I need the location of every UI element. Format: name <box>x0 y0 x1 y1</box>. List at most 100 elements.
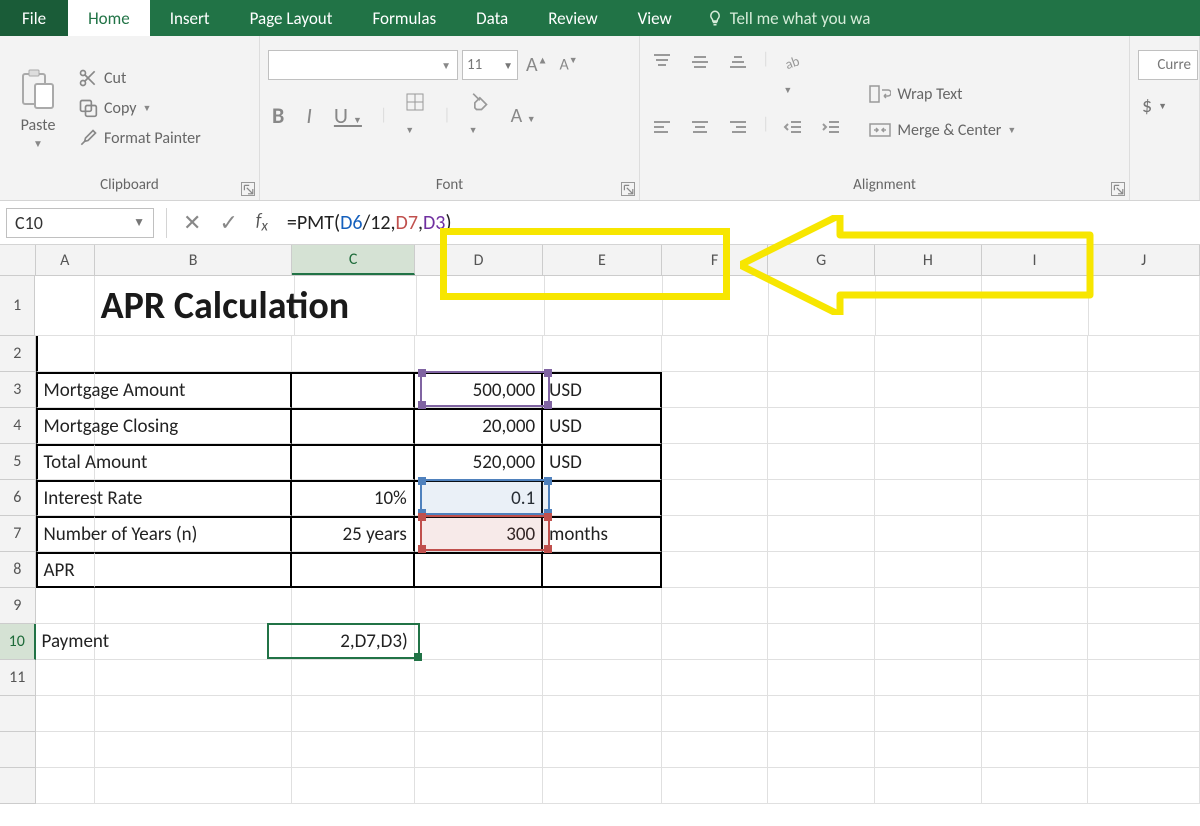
cell[interactable] <box>768 408 875 444</box>
cell[interactable] <box>982 552 1089 588</box>
cell[interactable] <box>36 768 95 804</box>
borders-button[interactable]: ▼ <box>401 90 429 141</box>
cell[interactable] <box>545 276 663 336</box>
cell[interactable] <box>982 624 1089 660</box>
cell[interactable] <box>662 408 769 444</box>
cell[interactable] <box>95 588 292 624</box>
cell[interactable] <box>1088 624 1200 660</box>
row-header-7[interactable]: 7 <box>0 516 36 552</box>
cell[interactable]: 520,000 <box>415 444 543 480</box>
cell[interactable] <box>662 768 769 804</box>
cell[interactable] <box>543 480 662 516</box>
cell[interactable] <box>95 768 292 804</box>
align-top-button[interactable] <box>648 50 676 101</box>
cell[interactable] <box>95 444 292 480</box>
cell[interactable]: 300 <box>415 516 543 552</box>
cell[interactable] <box>662 552 769 588</box>
tab-file[interactable]: File <box>0 0 68 36</box>
cell[interactable] <box>95 408 292 444</box>
cell[interactable] <box>415 660 543 696</box>
cell[interactable] <box>1088 732 1200 768</box>
cell[interactable]: APR Calculation <box>95 276 295 336</box>
cell[interactable] <box>292 732 414 768</box>
cell[interactable] <box>95 624 292 660</box>
paste-button[interactable]: Paste ▼ <box>8 42 68 174</box>
cell[interactable]: Total Amount <box>36 444 95 480</box>
col-header-E[interactable]: E <box>543 245 662 275</box>
wrap-text-button[interactable]: Wrap Text <box>865 82 1020 106</box>
cell[interactable] <box>415 552 543 588</box>
cell[interactable] <box>768 624 875 660</box>
copy-button[interactable]: Copy ▼ <box>74 96 205 120</box>
cell[interactable] <box>662 336 769 372</box>
cell[interactable] <box>1089 276 1200 336</box>
cell[interactable] <box>663 276 769 336</box>
formula-input[interactable]: =PMT(D6/12,D7,D3) <box>278 206 558 240</box>
cell[interactable]: Number of Years (n) <box>36 516 95 552</box>
cell[interactable]: 0.1 <box>415 480 543 516</box>
cell[interactable] <box>982 276 1088 336</box>
name-box[interactable]: C10 ▼ <box>6 208 154 238</box>
align-left-button[interactable] <box>648 115 676 139</box>
cell[interactable] <box>415 768 543 804</box>
cell[interactable] <box>662 372 769 408</box>
cell[interactable] <box>982 696 1089 732</box>
italic-button[interactable]: I <box>302 100 316 131</box>
cell[interactable] <box>417 276 545 336</box>
fx-icon[interactable]: fx <box>256 209 268 236</box>
underline-button[interactable]: U ▼ <box>330 100 366 131</box>
cancel-formula-button[interactable]: ✕ <box>183 209 201 236</box>
tab-page-layout[interactable]: Page Layout <box>230 0 353 36</box>
cell[interactable] <box>543 552 662 588</box>
dialog-launcher-icon[interactable] <box>241 182 255 196</box>
cell[interactable] <box>769 276 875 336</box>
cell[interactable] <box>415 588 543 624</box>
cell[interactable]: USD <box>543 372 662 408</box>
tab-insert[interactable]: Insert <box>150 0 230 36</box>
cell[interactable] <box>36 660 95 696</box>
align-right-button[interactable] <box>724 115 752 139</box>
cell[interactable] <box>982 768 1089 804</box>
dialog-launcher-icon[interactable] <box>621 182 635 196</box>
cell[interactable] <box>768 552 875 588</box>
cell[interactable] <box>95 516 292 552</box>
cell[interactable] <box>292 408 414 444</box>
cell[interactable] <box>292 768 414 804</box>
increase-indent-button[interactable] <box>817 115 845 139</box>
cell[interactable] <box>982 480 1089 516</box>
cell[interactable] <box>543 732 662 768</box>
cell[interactable] <box>292 588 414 624</box>
cell[interactable] <box>875 588 982 624</box>
cell[interactable]: USD <box>543 408 662 444</box>
cell[interactable] <box>768 336 875 372</box>
cell[interactable] <box>543 624 662 660</box>
cell[interactable] <box>982 732 1089 768</box>
merge-center-button[interactable]: Merge & Center ▼ <box>865 118 1020 142</box>
cell[interactable] <box>95 732 292 768</box>
cell[interactable] <box>768 480 875 516</box>
cell[interactable]: Mortgage Closing <box>36 408 95 444</box>
cell[interactable] <box>35 276 94 336</box>
cell[interactable] <box>662 444 769 480</box>
cell[interactable] <box>95 480 292 516</box>
row-header[interactable] <box>0 768 36 804</box>
cell[interactable] <box>1088 660 1200 696</box>
cell[interactable] <box>982 336 1089 372</box>
col-header-G[interactable]: G <box>768 245 875 275</box>
cell[interactable]: USD <box>543 444 662 480</box>
cell[interactable] <box>768 768 875 804</box>
cell[interactable] <box>662 588 769 624</box>
cell[interactable] <box>875 696 982 732</box>
cell[interactable] <box>768 732 875 768</box>
tab-formulas[interactable]: Formulas <box>352 0 456 36</box>
cell[interactable] <box>768 372 875 408</box>
cell[interactable] <box>292 552 414 588</box>
cell[interactable] <box>768 444 875 480</box>
cell[interactable]: APR <box>36 552 95 588</box>
cell[interactable] <box>292 696 414 732</box>
row-header-8[interactable]: 8 <box>0 552 36 588</box>
font-family-dropdown[interactable]: ▼ <box>268 50 458 80</box>
cut-button[interactable]: Cut <box>74 66 205 90</box>
cell[interactable] <box>543 588 662 624</box>
col-header-J[interactable]: J <box>1088 245 1200 275</box>
